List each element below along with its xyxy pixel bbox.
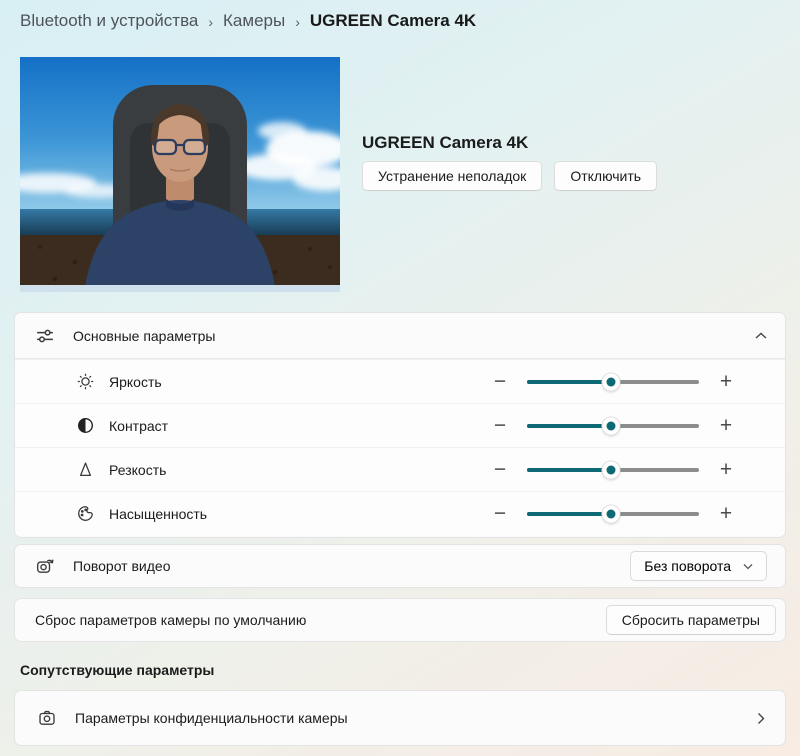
camera-privacy-label: Параметры конфиденциальности камеры xyxy=(75,710,757,726)
video-rotation-card: Поворот видео Без поворота xyxy=(14,544,786,588)
sharpness-row: Резкость − + xyxy=(15,447,785,491)
brightness-label: Яркость xyxy=(109,374,487,390)
slider-thumb[interactable] xyxy=(602,460,621,479)
slider-thumb[interactable] xyxy=(602,372,621,391)
slider-track[interactable] xyxy=(527,380,699,384)
contrast-icon xyxy=(75,417,95,434)
saturation-slider: − + xyxy=(487,499,739,529)
rotate-camera-icon xyxy=(35,557,55,575)
rotation-dropdown[interactable]: Без поворота xyxy=(630,551,767,581)
chevron-right-icon xyxy=(757,712,765,725)
basic-settings-title: Основные параметры xyxy=(73,328,755,344)
reset-settings-button[interactable]: Сбросить параметры xyxy=(606,605,776,635)
slider-track[interactable] xyxy=(527,468,699,472)
breadcrumb-cameras[interactable]: Камеры xyxy=(223,11,285,31)
saturation-palette-icon xyxy=(75,505,95,522)
breadcrumb-separator-icon: › xyxy=(208,13,213,30)
camera-privacy-settings-row[interactable]: Параметры конфиденциальности камеры xyxy=(14,690,786,746)
slider-thumb[interactable] xyxy=(602,504,621,523)
collapse-chevron-up-icon[interactable] xyxy=(755,332,767,340)
basic-settings-expander-header[interactable]: Основные параметры xyxy=(15,313,785,359)
increase-button[interactable]: + xyxy=(713,499,739,529)
settings-sliders-icon xyxy=(35,327,55,345)
device-title: UGREEN Camera 4K xyxy=(362,133,528,153)
troubleshoot-button[interactable]: Устранение неполадок xyxy=(362,161,542,191)
sharpness-icon xyxy=(75,461,95,478)
reset-settings-label: Сброс параметров камеры по умолчанию xyxy=(35,612,606,628)
basic-settings-card: Основные параметры Яркость − + Контраст xyxy=(14,312,786,538)
video-rotation-label: Поворот видео xyxy=(73,558,630,574)
saturation-row: Насыщенность − + xyxy=(15,491,785,535)
decrease-button[interactable]: − xyxy=(487,411,513,441)
decrease-button[interactable]: − xyxy=(487,455,513,485)
sharpness-slider: − + xyxy=(487,455,739,485)
decrease-button[interactable]: − xyxy=(487,367,513,397)
increase-button[interactable]: + xyxy=(713,455,739,485)
slider-thumb[interactable] xyxy=(602,416,621,435)
breadcrumb-current-page: UGREEN Camera 4K xyxy=(310,11,476,31)
contrast-label: Контраст xyxy=(109,418,487,434)
breadcrumb: Bluetooth и устройства › Камеры › UGREEN… xyxy=(20,11,476,31)
saturation-label: Насыщенность xyxy=(109,506,487,522)
chevron-down-icon xyxy=(743,563,753,570)
camera-icon xyxy=(37,709,57,727)
decrease-button[interactable]: − xyxy=(487,499,513,529)
breadcrumb-separator-icon: › xyxy=(295,13,300,30)
camera-preview-image xyxy=(20,57,340,292)
contrast-row: Контраст − + xyxy=(15,403,785,447)
brightness-slider: − + xyxy=(487,367,739,397)
slider-track[interactable] xyxy=(527,424,699,428)
rotation-selected-value: Без поворота xyxy=(644,558,731,574)
reset-settings-card: Сброс параметров камеры по умолчанию Сбр… xyxy=(14,598,786,642)
disable-device-button[interactable]: Отключить xyxy=(554,161,657,191)
sharpness-label: Резкость xyxy=(109,462,487,478)
brightness-icon xyxy=(75,373,95,390)
increase-button[interactable]: + xyxy=(713,411,739,441)
breadcrumb-bluetooth-devices[interactable]: Bluetooth и устройства xyxy=(20,11,198,31)
contrast-slider: − + xyxy=(487,411,739,441)
device-actions: Устранение неполадок Отключить xyxy=(362,161,657,191)
slider-track[interactable] xyxy=(527,512,699,516)
brightness-row: Яркость − + xyxy=(15,359,785,403)
increase-button[interactable]: + xyxy=(713,367,739,397)
related-settings-heading: Сопутствующие параметры xyxy=(20,662,214,678)
